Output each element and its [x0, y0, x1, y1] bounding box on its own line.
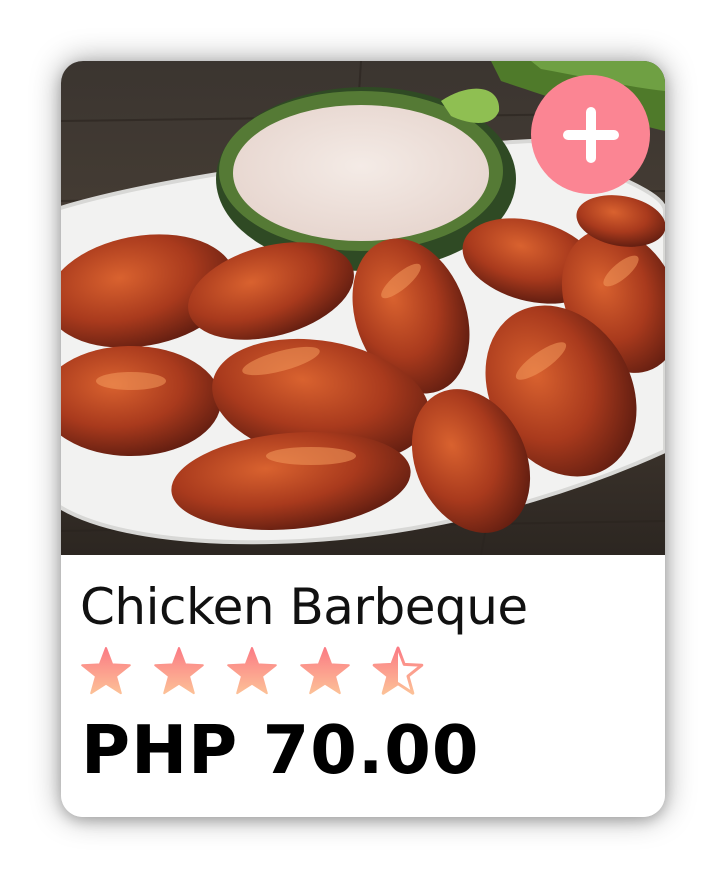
star-icon: [227, 647, 277, 695]
product-details: Chicken Barbeque PHP 70.00: [61, 555, 665, 817]
add-to-cart-button[interactable]: [531, 75, 650, 194]
plus-icon: [562, 106, 619, 163]
star-icon: [154, 647, 204, 695]
product-name: Chicken Barbeque: [80, 578, 528, 636]
star-icon: [300, 647, 350, 695]
star-half-icon: [372, 646, 424, 695]
product-price: PHP 70.00: [81, 711, 480, 789]
star-icon: [81, 647, 131, 695]
star-rating: [80, 646, 424, 698]
product-card[interactable]: Chicken Barbeque PHP 70.00: [61, 61, 665, 817]
